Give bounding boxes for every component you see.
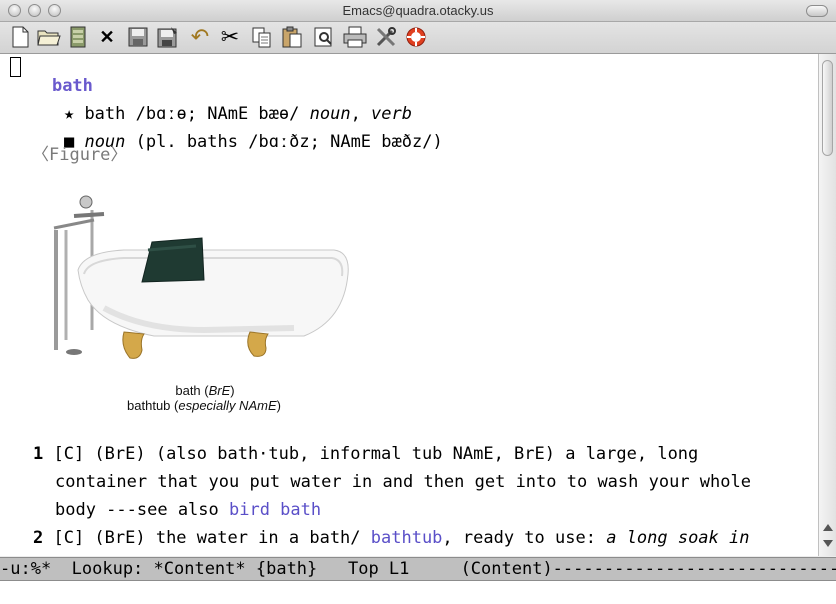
sense-number: 1 — [33, 444, 44, 464]
scrollbar-thumb[interactable] — [822, 60, 833, 156]
scroll-up-arrow-icon[interactable] — [823, 524, 833, 531]
paste-icon[interactable] — [280, 25, 304, 49]
scroll-down-arrow-icon[interactable] — [823, 540, 833, 547]
new-file-icon[interactable] — [8, 25, 32, 49]
help-icon[interactable] — [404, 25, 428, 49]
title-bar: Emacs@quadra.otacky.us — [0, 0, 836, 22]
text-cursor — [10, 57, 21, 77]
bird-bath-link[interactable]: bird bath — [229, 500, 321, 520]
sense-1-line-3: body ---see also bird bath — [55, 500, 322, 520]
bathtub-link[interactable]: bathtub — [371, 528, 443, 548]
open-folder-icon[interactable] — [37, 25, 61, 49]
cut-icon[interactable]: ✂ — [218, 24, 242, 49]
dired-icon[interactable] — [66, 25, 90, 49]
bathtub-image — [44, 190, 354, 370]
print-icon[interactable] — [343, 25, 367, 49]
sense-number: 2 — [33, 528, 44, 548]
toolbar-toggle-button[interactable] — [806, 5, 828, 17]
search-icon[interactable] — [312, 25, 336, 49]
vertical-scrollbar[interactable] — [818, 54, 836, 556]
window-title: Emacs@quadra.otacky.us — [342, 3, 494, 18]
image-caption-line1: bath (BrE) — [175, 383, 235, 398]
undo-icon[interactable]: ↶ — [188, 24, 212, 49]
save-icon[interactable] — [126, 25, 150, 49]
close-icon[interactable]: ✕ — [95, 25, 119, 49]
mode-line: -u:%* Lookup: *Content* {bath} Top L1 (C… — [0, 557, 836, 581]
save-as-icon[interactable] — [156, 25, 180, 49]
sense-1-line-1: 1 [C] (BrE) (also bath·tub, informal tub… — [33, 444, 699, 464]
editor-buffer[interactable]: bath ★ bath /bɑːɵ; NAmE bæɵ/ noun, verb … — [0, 54, 818, 556]
minibuffer[interactable] — [0, 581, 836, 604]
toolbar: ✕ ↶ ✂ — [0, 22, 836, 54]
sense-1-line-2: container that you put water in and then… — [55, 472, 751, 492]
image-caption-line2: bathtub (especially NAmE) — [127, 398, 281, 413]
figure-link[interactable]: 〈Figure〉 — [32, 140, 127, 165]
preferences-icon[interactable] — [374, 25, 398, 49]
copy-icon[interactable] — [250, 25, 274, 49]
sense-2-line-1: 2 [C] (BrE) the water in a bath/ bathtub… — [33, 528, 750, 548]
